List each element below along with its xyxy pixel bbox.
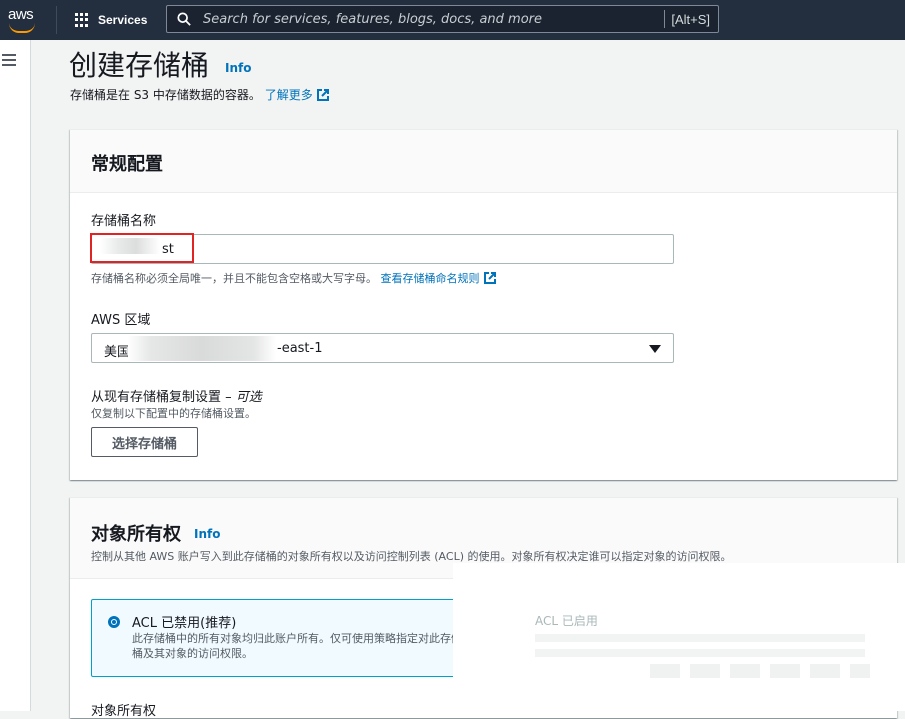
search-input[interactable]	[201, 10, 665, 28]
bucket-name-hint: 存储桶名称必须全局唯一，并且不能包含空格或大写字母。	[91, 272, 377, 285]
services-menu-button[interactable]: Services	[75, 11, 147, 29]
external-link-icon	[483, 272, 496, 284]
external-link-icon	[316, 89, 329, 101]
aws-region-label: AWS 区域	[91, 313, 151, 328]
general-configuration-header: 常规配置	[70, 130, 897, 193]
region-prefix: 美国	[104, 345, 131, 360]
menu-icon[interactable]	[2, 54, 16, 66]
optional-tag: 可选	[235, 390, 262, 405]
naming-rules-label: 查看存储桶命名规则	[380, 272, 480, 285]
acl-disabled-description: 此存储桶中的所有对象均归此账户所有。仅可使用策略指定对此存储桶及其对象的访问权限…	[132, 632, 462, 660]
acl-disabled-title: ACL 已禁用(推荐)	[132, 616, 237, 631]
grid-icon	[75, 12, 90, 28]
side-navigation-rail	[0, 40, 31, 711]
copy-settings-description: 仅复制以下配置中的存储桶设置。	[91, 407, 256, 420]
naming-rules-link[interactable]: 查看存储桶命名规则	[381, 272, 496, 285]
search-icon	[177, 12, 191, 26]
bucket-name-label: 存储桶名称	[91, 214, 157, 229]
page-title: 创建存储桶	[69, 49, 210, 82]
aws-logo[interactable]: aws	[6, 4, 40, 36]
nav-divider	[56, 6, 57, 34]
bucket-name-constraint: 存储桶名称必须全局唯一，并且不能包含空格或大写字母。 查看存储桶命名规则	[91, 270, 496, 286]
faded-acl-enabled-description	[535, 632, 865, 662]
radio-selected-icon[interactable]	[108, 616, 120, 628]
top-navigation: aws Services [Alt+S]	[0, 0, 905, 40]
general-configuration-heading: 常规配置	[91, 154, 163, 175]
copy-settings-text: 从现有存储桶复制设置 –	[91, 390, 232, 405]
aws-region-select[interactable]: 美国 -east-1	[91, 333, 674, 363]
page-description-text: 存储桶是在 S3 中存储数据的容器。	[70, 88, 261, 102]
shortcut-divider	[664, 10, 666, 28]
aws-logo-text: aws	[8, 6, 34, 23]
learn-more-label: 了解更多	[264, 88, 313, 102]
page-description: 存储桶是在 S3 中存储数据的容器。 了解更多	[70, 86, 329, 103]
redacted-region-name	[128, 336, 276, 361]
aws-smile-icon	[9, 23, 35, 33]
caret-down-icon	[649, 345, 661, 353]
object-ownership-field-label: 对象所有权	[91, 704, 157, 719]
acl-enabled-tile[interactable]: ACL 已启用	[535, 612, 598, 629]
search-shortcut-hint: [Alt+S]	[671, 11, 710, 27]
region-suffix: -east-1	[277, 341, 323, 356]
search-bar[interactable]: [Alt+S]	[166, 5, 719, 33]
ownership-info-link[interactable]: Info	[194, 527, 220, 541]
faded-text-fragment	[650, 664, 870, 678]
copy-settings-label: 从现有存储桶复制设置 – 可选	[91, 386, 262, 405]
object-ownership-heading: 对象所有权	[91, 524, 181, 545]
services-label: Services	[98, 13, 148, 27]
object-ownership-description: 控制从其他 AWS 账户写入到此存储桶的对象所有权以及访问控制列表 (ACL) …	[91, 550, 732, 563]
learn-more-link[interactable]: 了解更多	[265, 88, 329, 102]
annotation-highlight-box	[90, 233, 194, 263]
choose-bucket-button[interactable]: 选择存储桶	[91, 427, 199, 457]
general-configuration-panel: 常规配置 存储桶名称 存储桶名称必须全局唯一，并且不能包含空格或大写字母。 查看…	[70, 129, 897, 480]
header-info-link[interactable]: Info	[225, 61, 251, 75]
acl-disabled-tile[interactable]: ACL 已禁用(推荐) 此存储桶中的所有对象均归此账户所有。仅可使用策略指定对此…	[91, 599, 466, 677]
